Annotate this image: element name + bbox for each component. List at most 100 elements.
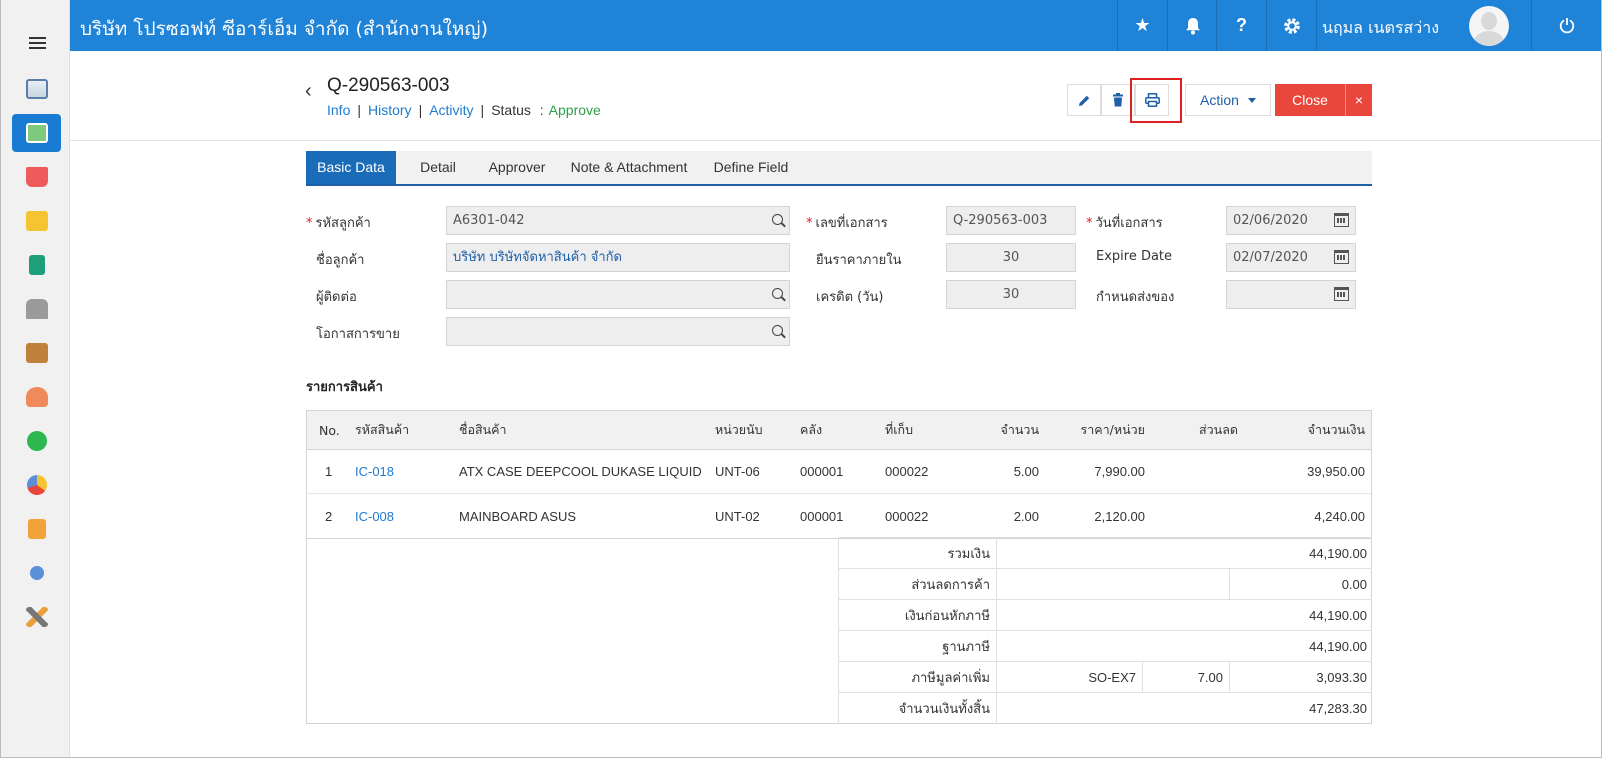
tab-define-field[interactable]: Define Field: [706, 151, 796, 184]
unit: UNT-06: [715, 464, 760, 479]
document-links: Info | History | Activity | Status : Approve: [327, 102, 601, 118]
required-mark: *: [306, 216, 313, 231]
vat-rate[interactable]: 7.00: [1142, 662, 1229, 692]
opportunity-label: โอกาสการขาย: [316, 327, 400, 342]
activity-link[interactable]: Activity: [429, 102, 473, 118]
company-name: บริษัท โปรซอฟท์ ซีอาร์เอ็ม จำกัด (สำนักง…: [80, 18, 488, 40]
required-mark: *: [1086, 216, 1093, 231]
tab-detail[interactable]: Detail: [408, 151, 468, 184]
customer-code-label: * รหัสลูกค้า: [306, 216, 371, 231]
column-header: คลัง: [800, 422, 823, 437]
close-x-button[interactable]: ×: [1345, 84, 1372, 116]
star-icon[interactable]: ★: [1117, 0, 1167, 51]
wallet-icon[interactable]: [12, 334, 61, 372]
product-code-link[interactable]: IC-018: [355, 450, 394, 493]
dashboard-icon[interactable]: [12, 70, 61, 108]
customer-name-field[interactable]: บริษัท บริษัทจัดหาสินค้า จำกัด: [446, 243, 790, 272]
history-link[interactable]: History: [368, 102, 412, 118]
action-label: Action: [1200, 92, 1239, 108]
table-row[interactable]: 2 IC-008 MAINBOARD ASUS UNT-02 000001 00…: [307, 494, 1371, 538]
price-valid-label: ยืนราคาภายใน: [816, 253, 902, 268]
search-icon[interactable]: [772, 214, 783, 225]
tax-base-value: 44,190.00: [1309, 638, 1367, 654]
divider: [70, 140, 1602, 141]
column-header: หน่วยนับ: [715, 422, 763, 437]
report-icon[interactable]: [12, 510, 61, 548]
calendar-icon[interactable]: [1334, 287, 1349, 301]
info-link[interactable]: Info: [327, 102, 350, 118]
avatar[interactable]: [1469, 6, 1509, 46]
back-chevron-icon[interactable]: ‹: [305, 80, 312, 103]
contact-field[interactable]: [446, 280, 790, 309]
tab-note-attachment[interactable]: Note & Attachment: [564, 151, 694, 184]
calendar-icon[interactable]: [1334, 213, 1349, 227]
summary-row-grand-total: จำนวนเงินทั้งสิ้น 47,283.30: [838, 692, 1372, 723]
user-name[interactable]: นฤมล เนตรสว่าง: [1322, 16, 1439, 41]
column-header: รหัสสินค้า: [355, 422, 410, 437]
tab-basic-data[interactable]: Basic Data: [306, 151, 396, 184]
delivery-date-field[interactable]: [1226, 280, 1356, 309]
table-row[interactable]: 1 IC-018 ATX CASE DEEPCOOL DUKASE LIQUID…: [307, 450, 1371, 494]
hamburger-menu-icon[interactable]: [29, 37, 46, 50]
caret-down-icon: [1247, 97, 1256, 103]
search-icon[interactable]: [772, 288, 783, 299]
search-icon[interactable]: [772, 325, 783, 336]
before-tax-value: 44,190.00: [1309, 607, 1367, 623]
expire-date-field[interactable]: 02/07/2020: [1226, 243, 1356, 272]
vat-code[interactable]: SO-EX7: [997, 662, 1142, 692]
required-mark: *: [806, 216, 813, 231]
summary-row-vat: ภาษีมูลค่าเพิ่ม SO-EX7 7.00 3,093.30: [838, 661, 1372, 692]
tab-approver[interactable]: Approver: [482, 151, 552, 184]
column-header: ชื่อสินค้า: [459, 422, 507, 437]
pie-chart-icon[interactable]: [12, 466, 61, 504]
discount-input[interactable]: [997, 569, 1229, 599]
summary-row-tax-base: ฐานภาษี 44,190.00: [838, 630, 1372, 661]
tools-icon[interactable]: [12, 598, 61, 636]
power-icon[interactable]: [1531, 0, 1602, 51]
credit-field[interactable]: 30: [946, 280, 1076, 309]
edit-button[interactable]: [1067, 84, 1101, 116]
book-icon[interactable]: [12, 246, 61, 284]
product-name: MAINBOARD ASUS: [459, 508, 577, 524]
vat-amount: 3,093.30: [1229, 662, 1373, 692]
column-header: No.: [319, 422, 340, 438]
summary-row-before-tax: เงินก่อนหักภาษี 44,190.00: [838, 599, 1372, 630]
price-valid-field[interactable]: 30: [946, 243, 1076, 272]
amount: 39,950.00: [1307, 464, 1365, 479]
summary-row-discount: ส่วนลดการค้า 0.00: [838, 568, 1372, 599]
people-icon[interactable]: [12, 378, 61, 416]
doc-date-field[interactable]: 02/06/2020: [1226, 206, 1356, 235]
separator: |: [357, 102, 361, 118]
table-header: No. รหัสสินค้า ชื่อสินค้า หน่วยนับ คลัง …: [307, 411, 1371, 450]
summary-row-total: รวมเงิน 44,190.00: [838, 537, 1372, 568]
unit-price: 2,120.00: [1094, 508, 1145, 524]
help-icon[interactable]: ?: [1216, 0, 1266, 51]
credit-label: เครดิต (วัน): [816, 290, 884, 305]
discount-label: ส่วนลดการค้า: [839, 569, 997, 599]
bell-icon[interactable]: [1167, 0, 1217, 51]
customer-code-field[interactable]: A6301-042: [446, 206, 790, 235]
customer-name-label: ชื่อลูกค้า: [316, 253, 365, 268]
close-button[interactable]: Close: [1275, 84, 1345, 116]
column-header: ที่เก็บ: [885, 422, 914, 437]
box-icon[interactable]: [12, 202, 61, 240]
action-dropdown[interactable]: Action: [1185, 84, 1271, 116]
summary-panel: รวมเงิน 44,190.00 ส่วนลดการค้า 0.00 เงิน…: [306, 537, 1372, 724]
check-circle-icon[interactable]: [12, 422, 61, 460]
search-report-icon[interactable]: [12, 554, 61, 592]
doc-no-label: * เลขที่เอกสาร: [806, 216, 888, 231]
product-name: ATX CASE DEEPCOOL DUKASE LIQUID: [459, 464, 702, 479]
gear-icon[interactable]: [1266, 0, 1316, 51]
bank-icon[interactable]: [12, 290, 61, 328]
grand-total-value: 47,283.30: [1309, 700, 1367, 716]
document-title: Q-290563-003: [327, 75, 450, 96]
opportunity-field[interactable]: [446, 317, 790, 346]
calendar-icon[interactable]: [1334, 250, 1349, 264]
sales-money-icon[interactable]: [12, 114, 61, 152]
product-code-link[interactable]: IC-008: [355, 494, 394, 538]
cart-icon[interactable]: [12, 158, 61, 196]
amount: 4,240.00: [1314, 508, 1365, 524]
contact-label: ผู้ติดต่อ: [316, 290, 357, 305]
discount-amount: 0.00: [1229, 569, 1373, 599]
total-value: 44,190.00: [1309, 545, 1367, 561]
